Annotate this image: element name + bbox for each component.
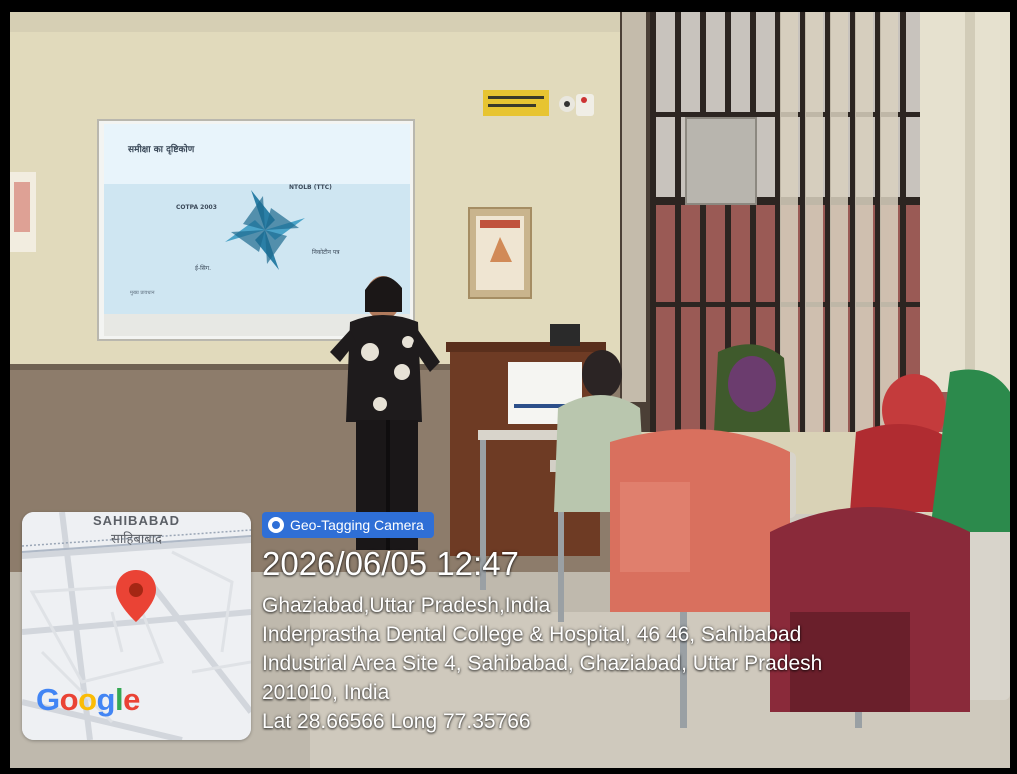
location-city-line: Ghaziabad,Uttar Pradesh,India [262, 594, 551, 617]
slide-label-2: NTOLB (TTC) [289, 184, 332, 191]
address-line-1: Inderprastha Dental College & Hospital, … [262, 623, 802, 646]
photo-frame: समीक्षा का दृष्टिकोण COTPA 2003 NTOLB (T… [0, 0, 1017, 774]
google-letter: G [36, 682, 60, 717]
lat-long-line: Lat 28.66566 Long 77.35766 [262, 710, 531, 733]
address-line-3: 201010, India [262, 681, 390, 704]
badge-label: Geo-Tagging Camera [290, 517, 424, 533]
slide-label-5: मुख्य प्रावधान [130, 290, 155, 296]
map-thumbnail: SAHIBABAD साहिबाबाद Google [22, 512, 251, 740]
camera-icon [268, 517, 284, 533]
google-logo: Google [36, 682, 140, 718]
map-area-name-hindi: साहिबाबाद [111, 531, 162, 546]
datetime-stamp: 2026/06/05 12:47 [262, 545, 519, 582]
google-letter: l [114, 682, 124, 717]
geo-tagging-camera-badge: Geo-Tagging Camera [262, 512, 434, 538]
google-letter: o [59, 682, 79, 717]
slide-title: समीक्षा का दृष्टिकोण [128, 145, 195, 155]
slide-label-4: ई-सिग. [195, 265, 212, 272]
slide-label-1: COTPA 2003 [176, 204, 217, 211]
map-area-name: SAHIBABAD [93, 513, 180, 528]
slide-label-3: निकोटीन पत्र [312, 249, 340, 256]
google-letter: o [78, 682, 97, 717]
google-letter: g [96, 682, 116, 717]
google-letter: e [123, 682, 140, 717]
address-line-2: Industrial Area Site 4, Sahibabad, Ghazi… [262, 652, 823, 675]
